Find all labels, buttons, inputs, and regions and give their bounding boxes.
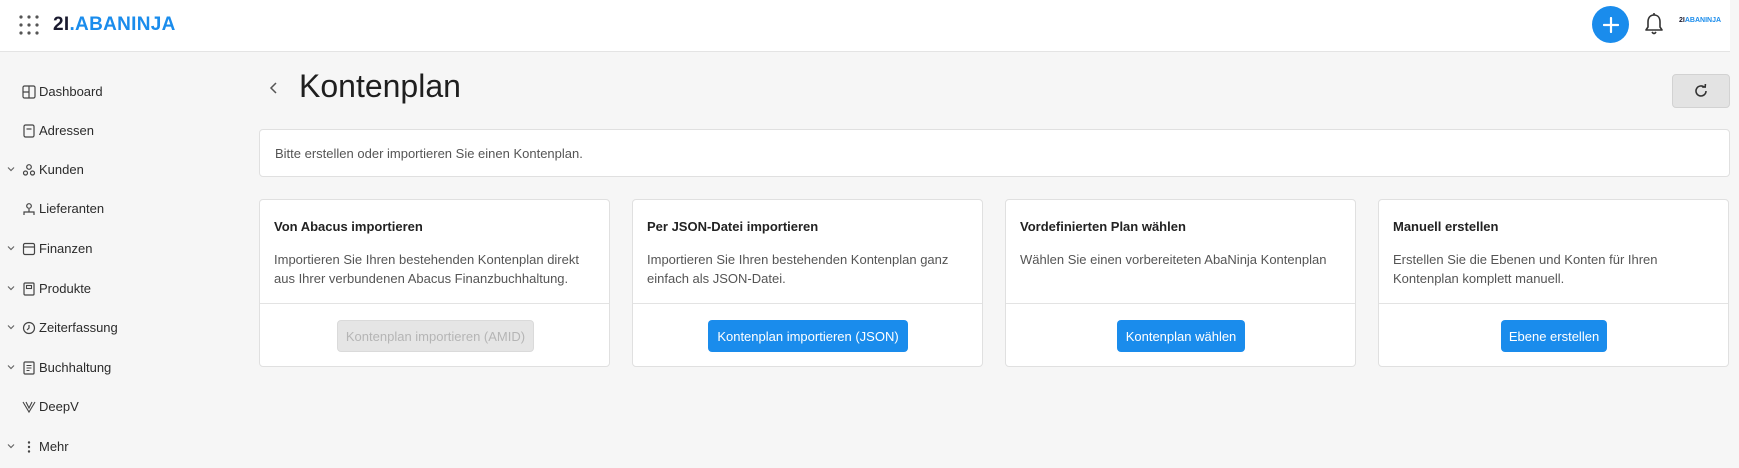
card-description: Wählen Sie einen vorbereiteten AbaNinja … (1020, 252, 1327, 267)
chevron-down-icon (7, 167, 15, 172)
page-title: Kontenplan (299, 68, 461, 104)
card-title: Von Abacus importieren (274, 219, 423, 234)
card-divider (260, 303, 609, 304)
sidebar-item-label: Adressen (39, 123, 94, 138)
plus-icon (1602, 16, 1619, 33)
sidebar-item-lieferanten[interactable]: Lieferanten (0, 194, 230, 224)
card-predefined-plan: Vordefinierten Plan wählen Wählen Sie ei… (1005, 199, 1356, 367)
card-divider (1006, 303, 1355, 304)
card-description: Importieren Sie Ihren bestehenden Konten… (274, 252, 579, 286)
dashboard-icon (22, 85, 36, 99)
finance-icon (22, 242, 36, 256)
info-message-text: Bitte erstellen oder importieren Sie ein… (275, 146, 583, 161)
import-amid-button[interactable]: Kontenplan importieren (AMID) (337, 320, 534, 352)
sidebar-item-adressen[interactable]: Adressen (0, 116, 230, 146)
sidebar-item-deepv[interactable]: DeepV (0, 392, 230, 422)
accounting-icon (23, 361, 35, 375)
choose-plan-button[interactable]: Kontenplan wählen (1117, 320, 1245, 352)
chevron-down-icon (7, 325, 15, 330)
sidebar-item-label: Produkte (39, 281, 92, 296)
card-json-import: Per JSON-Datei importieren Importieren S… (632, 199, 983, 367)
sidebar-item-label: Dashboard (39, 84, 103, 99)
sidebar-item-label: Kunden (39, 162, 84, 177)
more-vertical-icon (27, 441, 31, 453)
sidebar-item-label: DeepV (39, 399, 79, 414)
card-abacus-import: Von Abacus importieren Importieren Sie I… (259, 199, 610, 367)
suppliers-icon (23, 203, 35, 215)
sidebar-item-label: Lieferanten (39, 201, 105, 216)
sidebar-item-finanzen[interactable]: Finanzen (0, 234, 230, 264)
sidebar-item-label: Zeiterfassung (39, 320, 118, 335)
sidebar-item-zeiterfassung[interactable]: Zeiterfassung (0, 313, 230, 343)
logo-brand: ABANINJA (75, 14, 176, 35)
card-title: Manuell erstellen (1393, 219, 1499, 234)
back-chevron-icon[interactable] (266, 80, 282, 96)
card-description: Erstellen Sie die Ebenen und Konten für … (1393, 252, 1658, 286)
sidebar: Dashboard Adressen Kunden Lieferanten Fi… (0, 53, 240, 468)
sidebar-item-label: Mehr (39, 439, 69, 454)
sidebar-item-buchhaltung[interactable]: Buchhaltung (0, 353, 230, 383)
customers-icon (22, 164, 36, 176)
import-json-button[interactable]: Kontenplan importieren (JSON) (708, 320, 908, 352)
top-bar: 2I . ABANINJA 2I ABANINJA (0, 0, 1730, 52)
info-message: Bitte erstellen oder importieren Sie ein… (259, 129, 1730, 177)
deepv-icon (22, 401, 36, 414)
org-logo-brand: ABANINJA (1684, 17, 1722, 24)
chevron-down-icon (7, 444, 15, 449)
card-title: Vordefinierten Plan wählen (1020, 219, 1186, 234)
products-icon (23, 282, 35, 296)
apps-grid-icon[interactable] (18, 14, 40, 36)
chevron-down-icon (7, 286, 15, 291)
sidebar-item-kunden[interactable]: Kunden (0, 155, 230, 185)
clock-icon (22, 321, 36, 335)
card-manual-create: Manuell erstellen Erstellen Sie die Eben… (1378, 199, 1729, 367)
card-title: Per JSON-Datei importieren (647, 219, 819, 234)
chevron-down-icon (7, 246, 15, 251)
card-divider (633, 303, 982, 304)
create-level-button[interactable]: Ebene erstellen (1501, 320, 1607, 352)
card-description: Importieren Sie Ihren bestehenden Konten… (647, 252, 949, 286)
sidebar-item-produkte[interactable]: Produkte (0, 274, 230, 304)
logo-number: 2I (53, 14, 70, 35)
card-divider (1379, 303, 1728, 304)
address-book-icon (23, 124, 35, 138)
sidebar-item-label: Buchhaltung (39, 360, 112, 375)
chevron-down-icon (7, 365, 15, 370)
abaninja-logo[interactable]: 2I . ABANINJA (53, 12, 176, 38)
organization-logo[interactable]: 2I ABANINJA (1679, 17, 1721, 24)
refresh-icon (1695, 83, 1707, 97)
add-button[interactable] (1592, 6, 1629, 43)
sidebar-item-mehr[interactable]: Mehr (0, 432, 230, 462)
refresh-button[interactable] (1672, 74, 1730, 108)
sidebar-item-dashboard[interactable]: Dashboard (0, 77, 230, 107)
sidebar-item-label: Finanzen (39, 241, 93, 256)
bell-icon[interactable] (1643, 12, 1665, 36)
